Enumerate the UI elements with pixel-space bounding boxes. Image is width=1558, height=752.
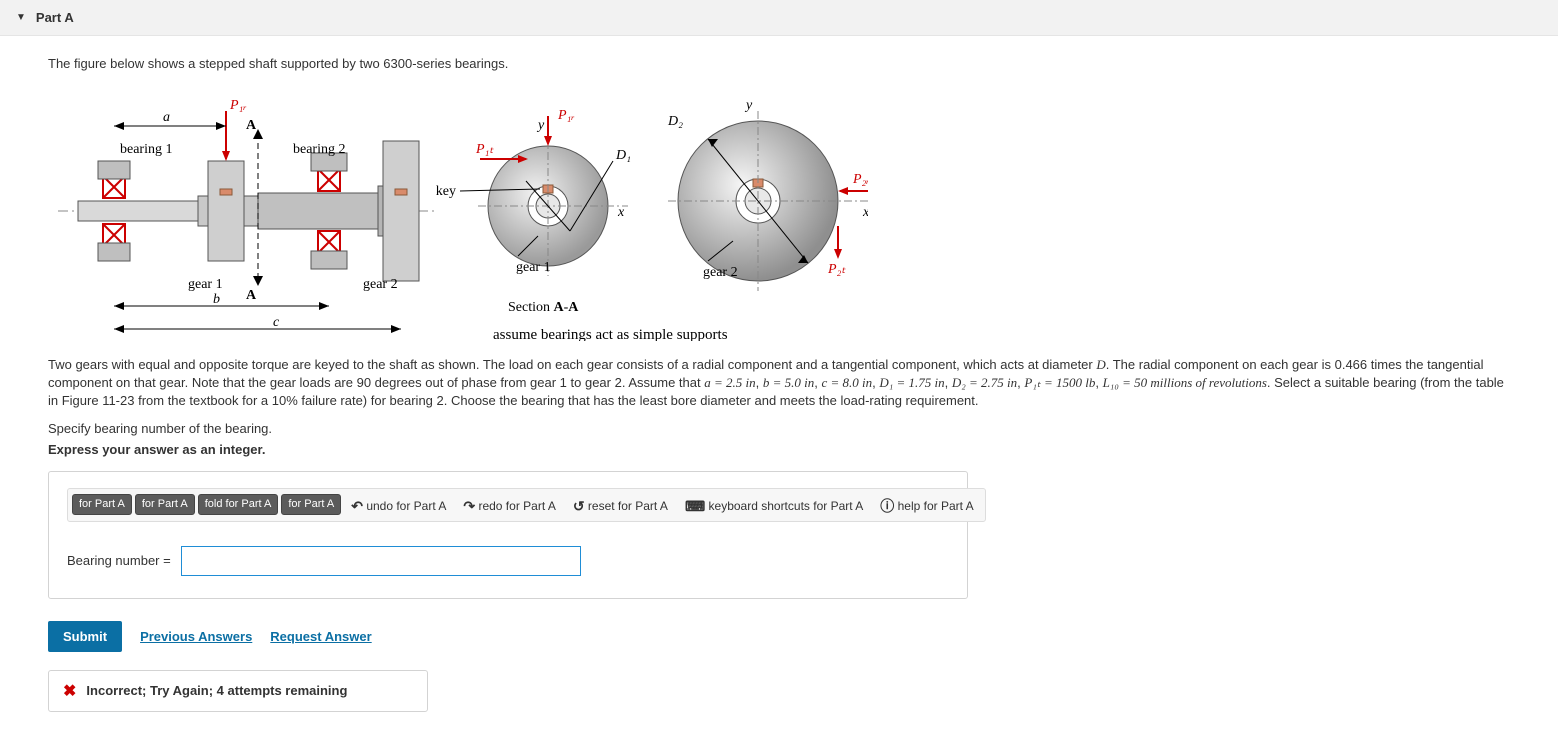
part-title: Part A xyxy=(36,10,74,25)
figure: bearing 1 bearing 2 gear 1 gear 2 P₁ᵣ A … xyxy=(48,81,1510,344)
figure-svg: bearing 1 bearing 2 gear 1 gear 2 P₁ᵣ A … xyxy=(48,81,868,344)
input-row: Bearing number = xyxy=(67,546,949,576)
label-b: b xyxy=(213,292,220,307)
label-x2: x xyxy=(862,205,868,220)
label-p1t: P₁ₜ xyxy=(475,142,494,157)
for-parta-button[interactable]: for Part A xyxy=(281,494,341,515)
fold-button[interactable]: fold for Part A xyxy=(198,494,279,515)
label-y2: y xyxy=(744,98,753,113)
label-key: key xyxy=(436,184,456,199)
help-icon: ⓘ xyxy=(880,498,894,514)
keyboard-button[interactable]: ⌨ keyboard shortcuts for Part A xyxy=(678,493,870,517)
reset-button[interactable]: ↺ reset for Part A xyxy=(566,493,675,517)
bearing-number-input[interactable] xyxy=(181,546,581,576)
label-gear1-side: gear 1 xyxy=(188,277,223,292)
label-bearing1: bearing 1 xyxy=(120,142,172,157)
feedback-message: Incorrect; Try Again; 4 attempts remaini… xyxy=(86,683,347,698)
label-d1: D₁ xyxy=(615,148,631,163)
actions-row: Submit Previous Answers Request Answer xyxy=(48,621,1510,652)
templates-button[interactable]: for Part A xyxy=(72,494,132,515)
label-y1: y xyxy=(536,118,545,133)
redo-button[interactable]: ↷ redo for Part A xyxy=(456,493,562,517)
previous-answers-link[interactable]: Previous Answers xyxy=(140,629,252,644)
label-assume: assume bearings act as simple supports xyxy=(493,327,728,341)
request-answer-link[interactable]: Request Answer xyxy=(270,629,371,644)
part-header[interactable]: ▼ Part A xyxy=(0,0,1558,36)
label-gear1-sec: gear 1 xyxy=(516,260,551,275)
undo-button[interactable]: ↶ undo for Part A xyxy=(344,493,453,517)
submit-button[interactable]: Submit xyxy=(48,621,122,652)
label-A-top: A xyxy=(246,118,257,133)
label-p2t: P₂ₜ xyxy=(827,262,846,277)
keyboard-icon: ⌨ xyxy=(685,498,705,514)
undo-icon: ↶ xyxy=(351,498,363,514)
label-gear2-side: gear 2 xyxy=(363,277,398,292)
reset-icon: ↺ xyxy=(573,498,585,514)
toolbar: for Part A for Part A fold for Part A fo… xyxy=(67,488,986,522)
label-p1r-sec: P₁ᵣ xyxy=(557,108,575,123)
input-label: Bearing number = xyxy=(67,553,171,568)
label-p1r-side: P₁ᵣ xyxy=(229,98,247,113)
collapse-triangle-icon[interactable]: ▼ xyxy=(16,12,26,23)
label-gear2-sec: gear 2 xyxy=(703,265,738,280)
label-bearing2: bearing 2 xyxy=(293,142,345,157)
label-x1: x xyxy=(617,205,625,220)
label-c: c xyxy=(273,315,280,330)
express-text: Express your answer as an integer. xyxy=(48,442,1510,457)
intro-text: The figure below shows a stepped shaft s… xyxy=(48,56,1510,71)
label-d2: D₂ xyxy=(667,114,683,129)
problem-text: Two gears with equal and opposite torque… xyxy=(48,356,1510,411)
label-p2r: P₂ᵣ xyxy=(852,172,868,187)
label-a: a xyxy=(163,110,170,125)
redo-icon: ↷ xyxy=(463,498,475,514)
incorrect-icon: ✖ xyxy=(63,681,76,701)
answer-box: for Part A for Part A fold for Part A fo… xyxy=(48,471,968,599)
label-A-bot: A xyxy=(246,288,257,303)
symbols-button[interactable]: for Part A xyxy=(135,494,195,515)
feedback-box: ✖ Incorrect; Try Again; 4 attempts remai… xyxy=(48,670,428,712)
content-area: The figure below shows a stepped shaft s… xyxy=(0,36,1558,752)
label-section: Section A-A xyxy=(508,300,579,315)
specify-text: Specify bearing number of the bearing. xyxy=(48,421,1510,436)
help-button[interactable]: ⓘ help for Part A xyxy=(873,493,980,517)
